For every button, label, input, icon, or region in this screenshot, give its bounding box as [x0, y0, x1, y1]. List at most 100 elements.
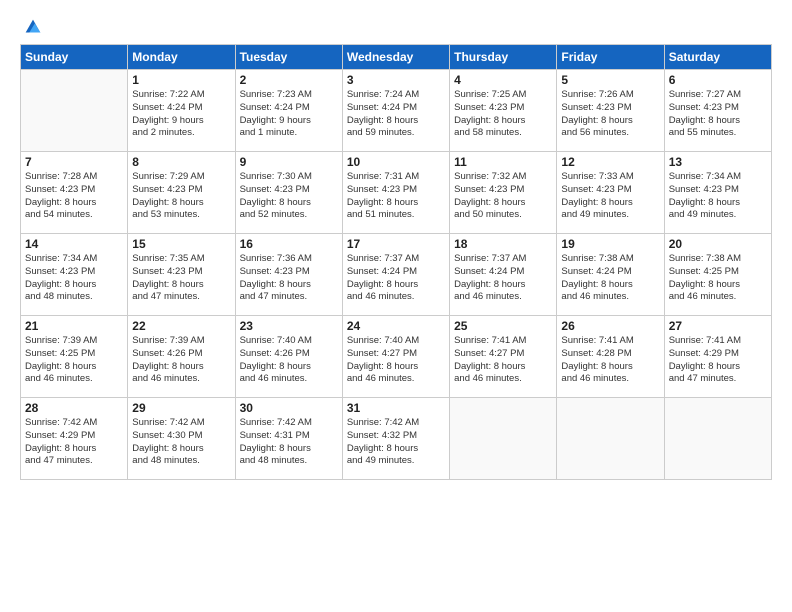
day-info: Sunrise: 7:25 AMSunset: 4:23 PMDaylight:…	[454, 89, 552, 140]
day-number: 18	[454, 237, 552, 251]
calendar-cell: 17 Sunrise: 7:37 AMSunset: 4:24 PMDayligh…	[342, 234, 449, 316]
calendar-table: SundayMondayTuesdayWednesdayThursdayFrid…	[20, 44, 772, 480]
day-info: Sunrise: 7:42 AMSunset: 4:29 PMDaylight:…	[25, 417, 123, 468]
calendar-header-friday: Friday	[557, 45, 664, 70]
calendar-week-3: 21Sunrise: 7:39 AMSunset: 4:25 PMDayligh…	[21, 316, 772, 398]
day-number: 27	[669, 319, 767, 333]
day-info: Sunrise: 7:40 AMSunset: 4:26 PMDaylight:…	[240, 335, 338, 386]
day-info: Sunrise: 7:31 AMSunset: 4:23 PMDaylight:…	[347, 171, 445, 222]
calendar-cell: 24 Sunrise: 7:40 AMSunset: 4:27 PMDayligh…	[342, 316, 449, 398]
calendar-cell: 27Sunrise: 7:41 AMSunset: 4:29 PMDayligh…	[664, 316, 771, 398]
day-number: 25	[454, 319, 552, 333]
day-number: 22	[132, 319, 230, 333]
calendar-cell: 4 Sunrise: 7:25 AMSunset: 4:23 PMDaylight…	[450, 70, 557, 152]
day-number: 11	[454, 155, 552, 169]
day-info: Sunrise: 7:32 AMSunset: 4:23 PMDaylight:…	[454, 171, 552, 222]
day-number: 3	[347, 73, 445, 87]
calendar-cell: 30Sunrise: 7:42 AMSunset: 4:31 PMDayligh…	[235, 398, 342, 480]
day-number: 31	[347, 401, 445, 415]
calendar-cell: 22 Sunrise: 7:39 AMSunset: 4:26 PMDayligh…	[128, 316, 235, 398]
day-info: Sunrise: 7:42 AMSunset: 4:30 PMDaylight:…	[132, 417, 230, 468]
header	[20, 16, 772, 34]
calendar-cell: 15 Sunrise: 7:35 AMSunset: 4:23 PMDayligh…	[128, 234, 235, 316]
day-info: Sunrise: 7:42 AMSunset: 4:32 PMDaylight:…	[347, 417, 445, 468]
calendar-cell: 25Sunrise: 7:41 AMSunset: 4:27 PMDayligh…	[450, 316, 557, 398]
logo	[20, 16, 44, 34]
day-number: 1	[132, 73, 230, 87]
calendar-cell: 14 Sunrise: 7:34 AMSunset: 4:23 PMDayligh…	[21, 234, 128, 316]
calendar-cell	[557, 398, 664, 480]
day-number: 6	[669, 73, 767, 87]
calendar-cell: 23 Sunrise: 7:40 AMSunset: 4:26 PMDayligh…	[235, 316, 342, 398]
day-number: 2	[240, 73, 338, 87]
day-info: Sunrise: 7:24 AMSunset: 4:24 PMDaylight:…	[347, 89, 445, 140]
calendar-header-sunday: Sunday	[21, 45, 128, 70]
day-info: Sunrise: 7:40 AMSunset: 4:27 PMDaylight:…	[347, 335, 445, 386]
calendar-cell: 1 Sunrise: 7:22 AMSunset: 4:24 PMDaylight…	[128, 70, 235, 152]
calendar-week-0: 1 Sunrise: 7:22 AMSunset: 4:24 PMDaylight…	[21, 70, 772, 152]
calendar-header-wednesday: Wednesday	[342, 45, 449, 70]
day-number: 16	[240, 237, 338, 251]
day-number: 20	[669, 237, 767, 251]
calendar-cell: 11 Sunrise: 7:32 AMSunset: 4:23 PMDayligh…	[450, 152, 557, 234]
calendar-cell: 7Sunrise: 7:28 AMSunset: 4:23 PMDaylight…	[21, 152, 128, 234]
calendar-cell: 20 Sunrise: 7:38 AMSunset: 4:25 PMDayligh…	[664, 234, 771, 316]
day-number: 24	[347, 319, 445, 333]
calendar-week-2: 14 Sunrise: 7:34 AMSunset: 4:23 PMDayligh…	[21, 234, 772, 316]
day-info: Sunrise: 7:39 AMSunset: 4:25 PMDaylight:…	[25, 335, 123, 386]
calendar-week-1: 7Sunrise: 7:28 AMSunset: 4:23 PMDaylight…	[21, 152, 772, 234]
day-info: Sunrise: 7:38 AMSunset: 4:24 PMDaylight:…	[561, 253, 659, 304]
day-number: 23	[240, 319, 338, 333]
day-info: Sunrise: 7:39 AMSunset: 4:26 PMDaylight:…	[132, 335, 230, 386]
calendar-cell: 12Sunrise: 7:33 AMSunset: 4:23 PMDayligh…	[557, 152, 664, 234]
logo-icon	[22, 16, 44, 38]
calendar-cell: 13 Sunrise: 7:34 AMSunset: 4:23 PMDayligh…	[664, 152, 771, 234]
calendar-cell: 5 Sunrise: 7:26 AMSunset: 4:23 PMDaylight…	[557, 70, 664, 152]
calendar-cell	[664, 398, 771, 480]
calendar-cell: 6 Sunrise: 7:27 AMSunset: 4:23 PMDaylight…	[664, 70, 771, 152]
day-info: Sunrise: 7:34 AMSunset: 4:23 PMDaylight:…	[25, 253, 123, 304]
day-number: 13	[669, 155, 767, 169]
day-number: 19	[561, 237, 659, 251]
day-info: Sunrise: 7:36 AMSunset: 4:23 PMDaylight:…	[240, 253, 338, 304]
day-number: 10	[347, 155, 445, 169]
page: SundayMondayTuesdayWednesdayThursdayFrid…	[0, 0, 792, 612]
calendar-cell: 28 Sunrise: 7:42 AMSunset: 4:29 PMDayligh…	[21, 398, 128, 480]
day-number: 17	[347, 237, 445, 251]
calendar-cell: 18Sunrise: 7:37 AMSunset: 4:24 PMDayligh…	[450, 234, 557, 316]
calendar-cell: 31 Sunrise: 7:42 AMSunset: 4:32 PMDayligh…	[342, 398, 449, 480]
day-number: 5	[561, 73, 659, 87]
day-info: Sunrise: 7:38 AMSunset: 4:25 PMDaylight:…	[669, 253, 767, 304]
calendar-week-4: 28 Sunrise: 7:42 AMSunset: 4:29 PMDayligh…	[21, 398, 772, 480]
day-number: 4	[454, 73, 552, 87]
day-number: 8	[132, 155, 230, 169]
day-info: Sunrise: 7:37 AMSunset: 4:24 PMDaylight:…	[347, 253, 445, 304]
day-info: Sunrise: 7:35 AMSunset: 4:23 PMDaylight:…	[132, 253, 230, 304]
day-info: Sunrise: 7:22 AMSunset: 4:24 PMDaylight:…	[132, 89, 230, 140]
day-number: 28	[25, 401, 123, 415]
calendar-cell: 10 Sunrise: 7:31 AMSunset: 4:23 PMDayligh…	[342, 152, 449, 234]
day-info: Sunrise: 7:41 AMSunset: 4:28 PMDaylight:…	[561, 335, 659, 386]
day-info: Sunrise: 7:42 AMSunset: 4:31 PMDaylight:…	[240, 417, 338, 468]
calendar-cell: 16 Sunrise: 7:36 AMSunset: 4:23 PMDayligh…	[235, 234, 342, 316]
day-info: Sunrise: 7:34 AMSunset: 4:23 PMDaylight:…	[669, 171, 767, 222]
day-info: Sunrise: 7:23 AMSunset: 4:24 PMDaylight:…	[240, 89, 338, 140]
calendar-cell: 26Sunrise: 7:41 AMSunset: 4:28 PMDayligh…	[557, 316, 664, 398]
calendar-header-row: SundayMondayTuesdayWednesdayThursdayFrid…	[21, 45, 772, 70]
day-number: 29	[132, 401, 230, 415]
calendar-cell: 29 Sunrise: 7:42 AMSunset: 4:30 PMDayligh…	[128, 398, 235, 480]
calendar-cell: 21Sunrise: 7:39 AMSunset: 4:25 PMDayligh…	[21, 316, 128, 398]
calendar-cell: 3 Sunrise: 7:24 AMSunset: 4:24 PMDaylight…	[342, 70, 449, 152]
calendar-cell	[450, 398, 557, 480]
day-info: Sunrise: 7:26 AMSunset: 4:23 PMDaylight:…	[561, 89, 659, 140]
day-number: 14	[25, 237, 123, 251]
calendar-header-tuesday: Tuesday	[235, 45, 342, 70]
day-info: Sunrise: 7:28 AMSunset: 4:23 PMDaylight:…	[25, 171, 123, 222]
day-info: Sunrise: 7:30 AMSunset: 4:23 PMDaylight:…	[240, 171, 338, 222]
calendar-cell	[21, 70, 128, 152]
day-number: 15	[132, 237, 230, 251]
day-number: 9	[240, 155, 338, 169]
day-info: Sunrise: 7:27 AMSunset: 4:23 PMDaylight:…	[669, 89, 767, 140]
calendar-cell: 9 Sunrise: 7:30 AMSunset: 4:23 PMDaylight…	[235, 152, 342, 234]
calendar-cell: 8Sunrise: 7:29 AMSunset: 4:23 PMDaylight…	[128, 152, 235, 234]
